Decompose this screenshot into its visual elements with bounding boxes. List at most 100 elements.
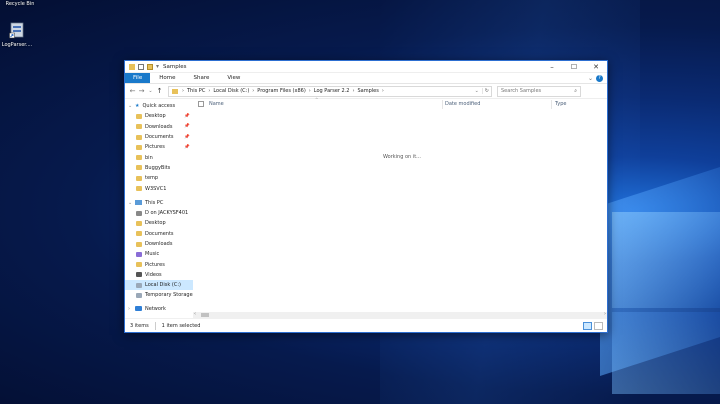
nav-item-w3svc1[interactable]: W3SVC1: [125, 183, 193, 193]
maximize-button[interactable]: ☐: [563, 61, 585, 73]
column-header-type[interactable]: Type: [555, 101, 566, 107]
nav-label: bin: [145, 154, 153, 161]
pin-icon[interactable]: 📌: [184, 114, 190, 119]
scroll-right-icon[interactable]: ›: [604, 311, 606, 317]
pin-icon[interactable]: 📌: [184, 124, 190, 129]
folder-icon: [136, 144, 142, 150]
network-icon: [135, 306, 142, 312]
chevron-down-icon[interactable]: ▾: [156, 63, 159, 70]
nav-item-local-disk-c-[interactable]: Local Disk (C:): [125, 280, 193, 291]
nav-label: Pictures: [145, 261, 165, 268]
back-arrow-icon[interactable]: ←: [128, 87, 137, 95]
details-view-icon[interactable]: [583, 321, 592, 330]
breadcrumb-samples[interactable]: Samples: [358, 88, 379, 94]
breadcrumb-local-disk[interactable]: Local Disk (C:): [213, 88, 249, 94]
select-all-checkbox[interactable]: [198, 101, 204, 107]
breadcrumb-program-files[interactable]: Program Files (x86): [257, 88, 305, 94]
nav-item-pictures[interactable]: Pictures: [125, 259, 193, 269]
large-icons-view-icon[interactable]: [594, 321, 603, 330]
tab-home[interactable]: Home: [150, 73, 184, 83]
title-bar[interactable]: ▾ Samples – ☐ ✕: [125, 61, 607, 73]
properties-icon[interactable]: [138, 63, 144, 70]
nav-label: Downloads: [145, 123, 173, 130]
nav-item-temp[interactable]: temp: [125, 173, 193, 183]
nav-item-videos[interactable]: Videos: [125, 270, 193, 280]
drive-icon: [136, 292, 142, 298]
chevron-down-icon[interactable]: ⌄: [128, 103, 135, 109]
folder-icon: [136, 175, 142, 181]
nav-item-music[interactable]: Music: [125, 249, 193, 259]
nav-label: Quick access: [142, 103, 176, 110]
up-arrow-icon[interactable]: ↑: [155, 87, 164, 95]
file-list[interactable]: ^ Name Date modified Type Working on it.…: [193, 97, 607, 318]
desktop-icon-label: LogParser....: [1, 42, 33, 48]
nav-item-desktop[interactable]: Desktop 📌: [125, 111, 193, 121]
navigation-pane[interactable]: ⌄ ★ Quick access Desktop 📌 Downloads 📌 Docum…: [125, 99, 193, 318]
nav-quick-access[interactable]: ⌄ ★ Quick access: [125, 101, 193, 111]
nav-item-documents[interactable]: Documents: [125, 229, 193, 239]
nav-label: Documents: [145, 134, 174, 141]
nav-item-temporary-storage[interactable]: Temporary Storage: [125, 290, 193, 300]
breadcrumb-log-parser[interactable]: Log Parser 2.2: [314, 88, 350, 94]
folder-icon: [129, 63, 135, 70]
recent-locations-icon[interactable]: ⌄: [146, 88, 155, 94]
status-divider: [154, 321, 156, 330]
nav-network[interactable]: › Network: [125, 304, 193, 314]
refresh-icon[interactable]: ↻: [481, 88, 491, 94]
column-header-name[interactable]: Name: [209, 101, 224, 107]
scrollbar-thumb[interactable]: [201, 313, 209, 317]
tab-file[interactable]: File: [125, 73, 151, 83]
address-dropdown-icon[interactable]: ⌄: [475, 88, 479, 94]
address-bar[interactable]: › This PC › Local Disk (C:) › Program Fi…: [168, 85, 492, 97]
folder-icon: [136, 155, 142, 161]
nav-item-downloads[interactable]: Downloads 📌: [125, 122, 193, 132]
chevron-right-icon: ›: [252, 88, 255, 94]
nav-item-documents[interactable]: Documents 📌: [125, 132, 193, 142]
folder-icon: [172, 88, 178, 94]
nav-label: D on JACKYSF401: [145, 210, 189, 217]
nav-item-buggybits[interactable]: BuggyBits: [125, 163, 193, 173]
nav-label: This PC: [145, 199, 164, 206]
loading-status: Working on it...: [383, 154, 421, 160]
folder-icon: [136, 231, 142, 237]
folder-icon: [136, 124, 142, 130]
breadcrumb-this-pc[interactable]: This PC: [187, 88, 205, 94]
drive-icon: [136, 282, 142, 288]
nav-item-pictures[interactable]: Pictures 📌: [125, 142, 193, 152]
nav-label: Videos: [145, 271, 162, 278]
nav-label: Network: [145, 305, 166, 312]
close-button[interactable]: ✕: [585, 61, 607, 73]
nav-item-downloads[interactable]: Downloads: [125, 239, 193, 249]
expand-ribbon-icon[interactable]: ⌄: [588, 73, 596, 83]
minimize-button[interactable]: –: [541, 61, 563, 73]
search-placeholder: Search Samples: [501, 88, 542, 94]
column-divider[interactable]: [442, 100, 443, 109]
ribbon-tabs: File Home Share View ⌄ ?: [125, 73, 607, 84]
nav-label: Desktop: [145, 113, 166, 120]
scroll-left-icon[interactable]: ‹: [194, 311, 196, 317]
new-folder-icon[interactable]: [147, 63, 153, 70]
pin-icon[interactable]: 📌: [184, 135, 190, 140]
nav-item-d-on-jackysf401[interactable]: D on JACKYSF401: [125, 208, 193, 218]
nav-item-bin[interactable]: bin: [125, 152, 193, 162]
chevron-down-icon[interactable]: ⌄: [128, 200, 135, 206]
forward-arrow-icon[interactable]: →: [137, 87, 146, 95]
search-input[interactable]: Search Samples ⌕: [497, 85, 581, 97]
column-header-date-modified[interactable]: Date modified: [445, 101, 480, 107]
nav-this-pc[interactable]: ⌄ This PC: [125, 198, 193, 208]
column-divider[interactable]: [551, 100, 552, 109]
chevron-right-icon[interactable]: ›: [128, 306, 135, 312]
music-folder-icon: [136, 251, 142, 257]
chevron-right-icon: ›: [352, 88, 355, 94]
pin-icon[interactable]: 📌: [184, 145, 190, 150]
desktop-icon-logparser[interactable]: LogParser....: [0, 22, 37, 48]
nav-item-desktop[interactable]: Desktop: [125, 218, 193, 228]
folder-icon: [136, 241, 142, 247]
tab-share[interactable]: Share: [184, 73, 218, 83]
window-title: Samples: [163, 63, 187, 70]
desktop-icon-recycle-bin[interactable]: Recycle Bin: [0, 1, 40, 7]
item-count: 3 items: [130, 322, 149, 329]
nav-label: Pictures: [145, 144, 165, 151]
help-icon[interactable]: ?: [596, 73, 607, 83]
tab-view[interactable]: View: [218, 73, 249, 83]
